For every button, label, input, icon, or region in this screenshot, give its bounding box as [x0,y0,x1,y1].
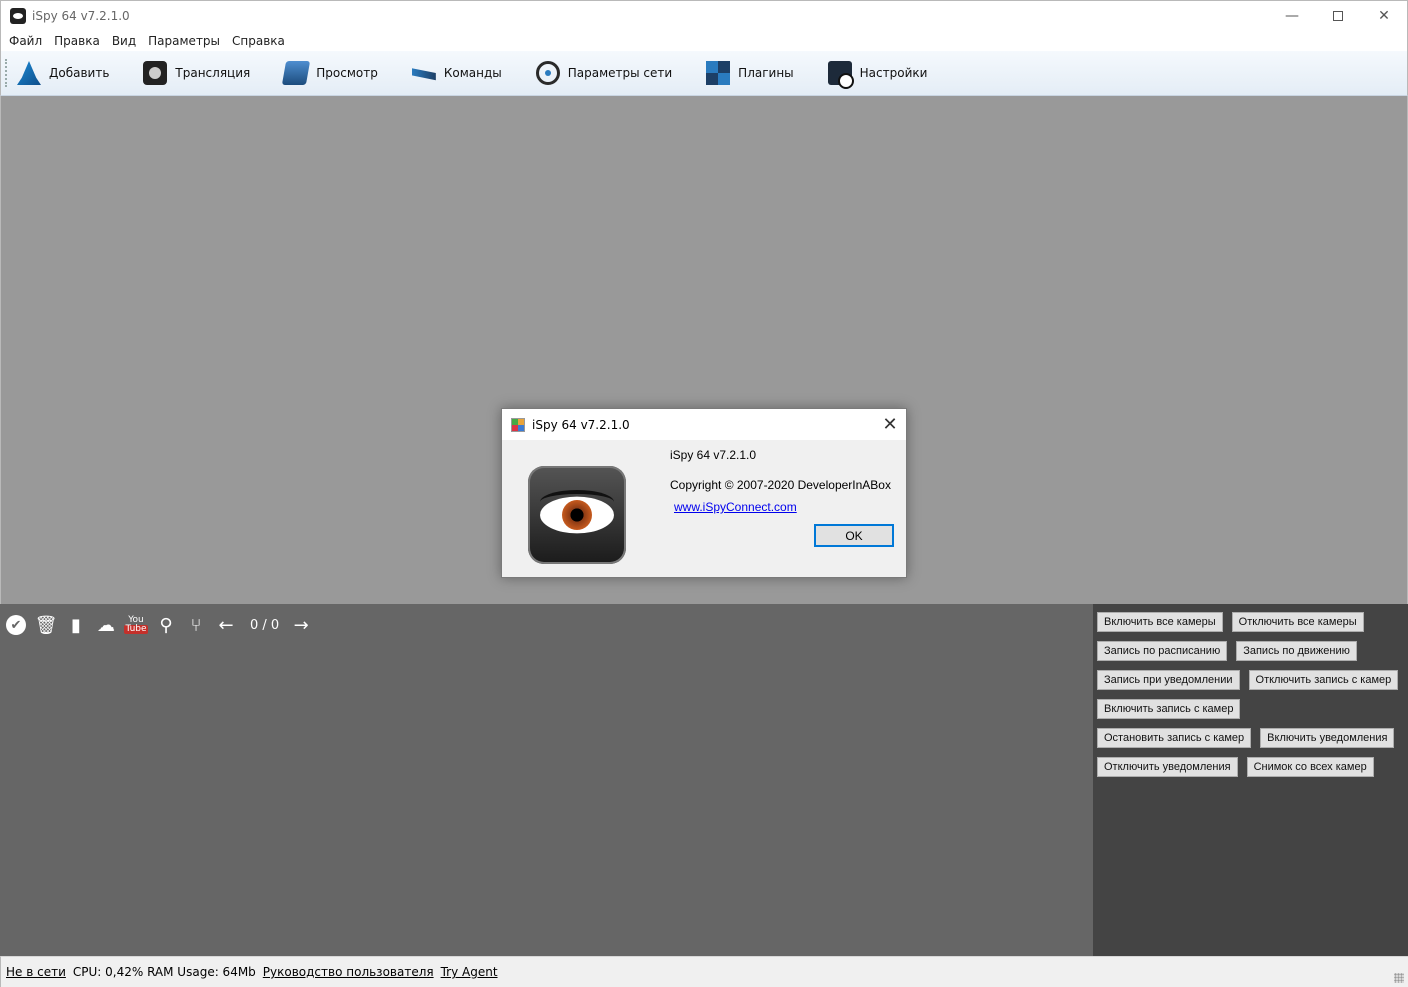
command-panel: Включить все камеры Отключить все камеры… [1093,604,1408,956]
main-toolbar: Добавить Трансляция Просмотр Команды Пар… [0,51,1408,96]
dialog-title-bar: iSpy 64 v7.2.1.0 ✕ [502,409,906,440]
disable-alerts-button[interactable]: Отключить уведомления [1097,757,1238,777]
delete-icon[interactable]: 🗑 [35,615,58,636]
status-bar: Не в сети CPU: 0,42% RAM Usage: 64Mb Рук… [0,956,1408,987]
command-row: Включить все камеры Отключить все камеры [1097,612,1373,632]
menu-view[interactable]: Вид [106,34,142,48]
command-row: Остановить запись с камер Включить уведо… [1097,728,1403,748]
enable-alerts-button[interactable]: Включить уведомления [1260,728,1395,748]
app-icon [10,7,26,24]
broadcast-button[interactable]: Трансляция [143,51,250,96]
close-button[interactable]: ✕ [1361,1,1407,31]
resize-grip[interactable] [1394,973,1404,983]
broadcast-icon [143,61,168,85]
commands-icon [411,68,436,81]
plugins-label: Плагины [738,66,794,80]
dialog-title: iSpy 64 v7.2.1.0 [532,417,630,432]
enable-recording-button[interactable]: Включить запись с камер [1097,699,1241,719]
ispy-logo-icon [528,466,626,564]
add-button[interactable]: Добавить [17,51,109,96]
alert-record-button[interactable]: Запись при уведомлении [1097,670,1240,690]
youtube-tube: Tube [124,624,148,634]
schedule-record-button[interactable]: Запись по расписанию [1097,641,1228,661]
plugins-button[interactable]: Плагины [706,51,794,96]
command-row: Включить запись с камер [1097,699,1249,719]
ok-button[interactable]: OK [814,524,894,547]
user-manual-link[interactable]: Руководство пользователя [263,965,434,979]
maximize-button[interactable] [1315,1,1361,31]
commands-button[interactable]: Команды [411,51,502,96]
menu-help[interactable]: Справка [226,34,291,48]
select-all-icon[interactable]: ✔ [6,615,26,635]
media-panel[interactable]: ✔ 🗑 ▮ ☁ You Tube ⚲ ⑂ ← 0 / 0 → [0,604,1093,956]
network-label: Параметры сети [567,66,673,80]
disable-all-cameras-button[interactable]: Отключить все камеры [1231,612,1364,632]
menu-options[interactable]: Параметры [142,34,226,48]
offline-link[interactable]: Не в сети [6,965,66,979]
network-icon [535,61,560,85]
menu-bar: Файл Правка Вид Параметры Справка [0,30,1408,51]
plugins-icon [706,61,731,85]
logo-iris [562,500,592,530]
settings-button[interactable]: Настройки [827,51,928,96]
menu-edit[interactable]: Правка [48,34,106,48]
toolbar-grip[interactable] [5,59,7,87]
motion-record-button[interactable]: Запись по движению [1236,641,1357,661]
snapshot-all-button[interactable]: Снимок со всех камер [1246,757,1374,777]
upload-icon[interactable]: ☁ [96,615,116,636]
copyright-text: Copyright © 2007-2020 DeveloperInABox [670,478,891,492]
enable-all-cameras-button[interactable]: Включить все камеры [1097,612,1223,632]
maximize-icon [1333,11,1343,21]
youtube-icon[interactable]: You Tube [124,615,148,635]
media-toolbar: ✔ 🗑 ▮ ☁ You Tube ⚲ ⑂ ← 0 / 0 → [6,612,321,638]
view-icon [282,61,311,85]
view-button[interactable]: Просмотр [282,51,378,96]
command-row: Запись по расписанию Запись по движению [1097,641,1366,661]
title-bar: iSpy 64 v7.2.1.0 — ✕ [0,0,1408,30]
network-button[interactable]: Параметры сети [535,51,673,96]
about-dialog: iSpy 64 v7.2.1.0 ✕ iSpy 64 v7.2.1.0 Copy… [501,408,907,578]
disable-recording-button[interactable]: Отключить запись с камер [1248,670,1399,690]
add-label: Добавить [49,66,110,80]
search-icon[interactable]: ⚲ [156,615,176,636]
menu-file[interactable]: Файл [3,34,48,48]
usage-text: CPU: 0,42% RAM Usage: 64Mb [72,965,256,979]
bookmark-icon[interactable]: ▮ [66,615,86,636]
website-link[interactable]: www.iSpyConnect.com [674,500,797,514]
add-icon [17,61,41,85]
prev-page-icon[interactable]: ← [216,615,236,636]
view-label: Просмотр [316,66,378,80]
minimize-button[interactable]: — [1269,1,1315,31]
broadcast-label: Трансляция [175,66,251,80]
dialog-app-icon [511,417,525,432]
commands-label: Команды [443,66,502,80]
settings-label: Настройки [859,66,928,80]
version-text: iSpy 64 v7.2.1.0 [670,448,757,462]
dialog-close-button[interactable]: ✕ [874,409,906,440]
share-icon[interactable]: ⑂ [186,615,206,636]
stop-recording-button[interactable]: Остановить запись с камер [1097,728,1252,748]
command-row: Отключить уведомления Снимок со всех кам… [1097,757,1383,777]
command-row: Запись при уведомлении Отключить запись … [1097,670,1407,690]
next-page-icon[interactable]: → [291,615,311,636]
settings-icon [827,61,854,89]
try-agent-link[interactable]: Try Agent [441,965,498,979]
page-counter: 0 / 0 [250,617,280,633]
window-title: iSpy 64 v7.2.1.0 [32,8,130,23]
